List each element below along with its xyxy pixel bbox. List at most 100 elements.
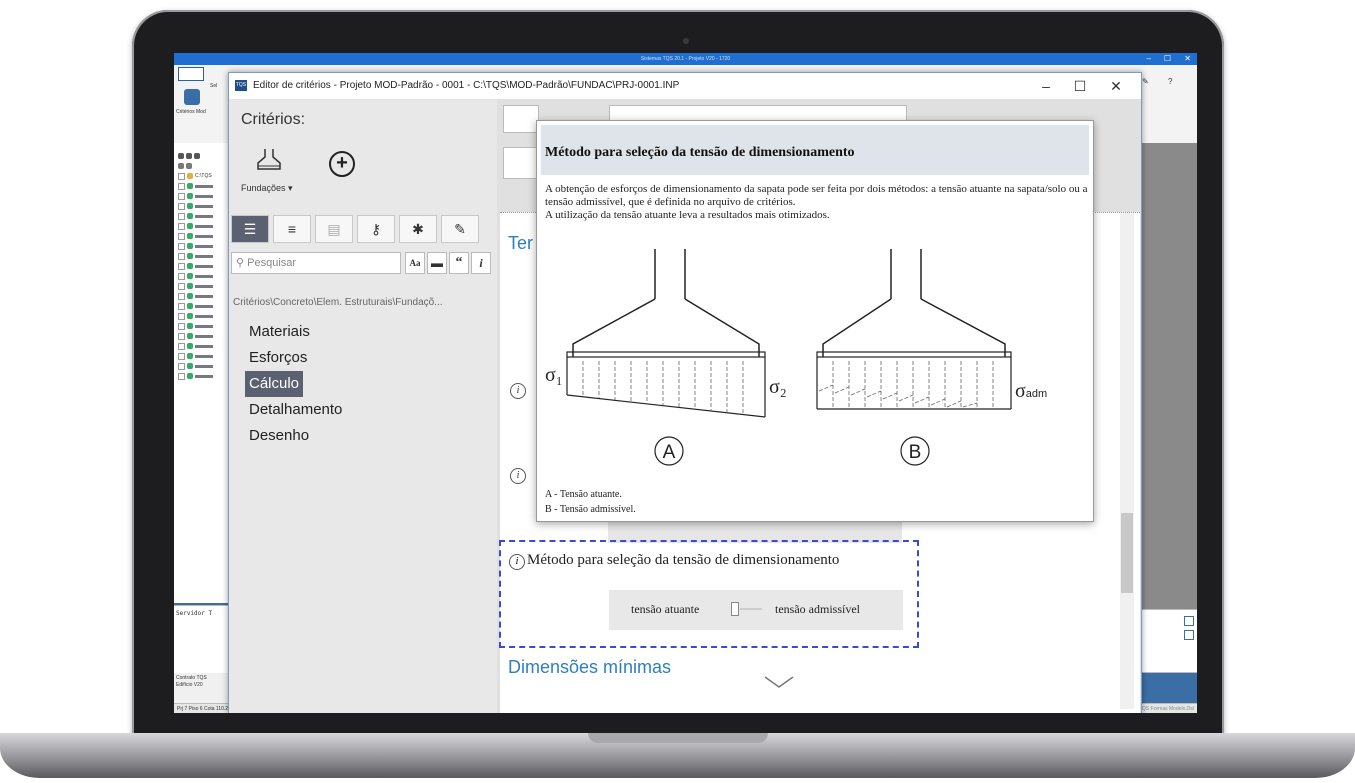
tree-item[interactable] [178,221,232,231]
tree-item[interactable] [178,321,232,331]
background-app-title: Sistemas TQS 20.1 - Projeto V20 - 1720 –… [174,53,1197,65]
tqs-logo [178,67,204,81]
minimize-button[interactable]: – [1031,73,1061,99]
nav-item-calculo[interactable]: Cálculo [245,371,304,397]
nav-item-materiais[interactable]: Materiais [245,319,346,345]
popup-legend: A - Tensão atuante. B - Tensão admissíve… [545,487,636,517]
grid-view-icon[interactable]: ▤ [315,215,353,243]
pencil-icon[interactable]: ✎ [441,215,479,243]
search-input[interactable]: ⚲ Pesquisar [231,252,401,274]
structure-icon[interactable] [503,105,539,133]
close-button[interactable]: ✕ [1101,73,1131,99]
info-icon[interactable]: i [510,468,526,484]
tree-item[interactable] [178,271,232,281]
bg-close-icon[interactable]: ✕ [1184,53,1191,65]
criteria-nav: Materiais Esforços Cálculo Detalhamento … [245,319,346,449]
maximize-button[interactable]: ☐ [1065,73,1095,99]
tree-item[interactable] [178,261,232,271]
legend-a: A - Tensão atuante. [545,489,622,500]
info-line: Edifício V20 [176,682,203,688]
info-icon[interactable]: i [510,383,526,399]
popup-description: A obtenção de esforços de dimensionament… [545,183,1090,222]
tension-switch[interactable] [731,602,763,616]
bg-minimize-icon[interactable]: – [1147,53,1151,65]
bg-maximize-icon[interactable]: ☐ [1164,53,1171,65]
tree-item[interactable] [178,191,232,201]
option-tensao-admissivel[interactable]: tensão admissível [775,602,860,617]
tqs-app-icon: TQS [235,80,247,91]
copy-icon[interactable] [1184,630,1194,640]
tree-toolbar-2 [178,161,232,171]
nav-item-detalhamento[interactable]: Detalhamento [245,397,346,423]
tree-item[interactable] [178,351,232,361]
quote-button[interactable]: “ [449,252,469,274]
criterion-tension-method: i Método para seleção da tensão de dimen… [499,540,919,648]
tree-item[interactable] [178,251,232,261]
background-ribbon-right: ✎ ? [1138,65,1197,143]
laptop-base-notch [588,733,768,743]
breadcrumb: Critérios\Concreto\Elem. Estruturais\Fun… [233,297,443,308]
tree-item[interactable] [178,231,232,241]
tree-item[interactable] [178,311,232,321]
figure-a-label: A [663,442,676,463]
criteria-title: Critérios: [241,111,306,128]
match-case-button[interactable]: Aa [405,252,425,274]
list-view-icon[interactable]: ☰ [231,215,269,243]
tree-item[interactable] [178,361,232,371]
background-output: Servidor T [174,605,232,680]
help-popup: Método para seleção da tensão de dimensi… [536,120,1094,522]
whole-word-icon[interactable]: ▬ [427,252,447,274]
pencil-icon[interactable]: ✎ [1142,77,1149,86]
info-icon[interactable]: i [509,554,525,570]
background-tree: C:\TQS [174,143,233,603]
document-icon[interactable] [503,147,539,179]
tree-item[interactable] [178,201,232,211]
search-icon: ⚲ [236,257,245,269]
background-app-title-text: Sistemas TQS 20.1 - Projeto V20 - 1720 [640,56,731,62]
option-tensao-atuante[interactable]: tensão atuante [631,602,699,617]
tree-item[interactable] [178,211,232,221]
add-button[interactable]: + [329,151,355,177]
tree-item[interactable] [178,291,232,301]
tree-item[interactable] [178,371,232,381]
tree-item[interactable] [178,341,232,351]
popup-desc-2: A utilização da tensão atuante leva a re… [545,209,830,221]
popup-desc-1: A obtenção de esforços de dimensionament… [545,183,1088,208]
sigma1-label: σ₁ [545,364,563,386]
switch-knob[interactable] [731,602,739,616]
foundation-diagram: σ₁ σ₂ A σadm B [545,249,1047,466]
tree-item[interactable] [178,281,232,291]
search-placeholder: Pesquisar [247,257,297,269]
scrollbar-thumb[interactable] [1121,513,1133,593]
foundation-icon[interactable] [255,147,283,175]
asterisk-icon[interactable]: ✱ [399,215,437,243]
tree-item[interactable] [178,181,232,191]
nav-item-esforcos[interactable]: Esforços [245,345,346,371]
tree-item[interactable] [178,331,232,341]
info-line: Contrato TQS [176,675,207,681]
left-pane: Critérios: Fundações ▾ + ☰ ≡ ▤ ⚷ ✱ ✎ ⚲ P… [229,99,497,713]
window-title: Editor de critérios - Projeto MOD-Padrão… [253,80,680,91]
tree-item[interactable] [178,301,232,311]
edit-icon[interactable] [1184,616,1194,626]
legend-b: B - Tensão admissível. [545,504,636,515]
align-view-icon[interactable]: ≡ [273,215,311,243]
help-icon[interactable]: ? [1168,77,1172,86]
chevron-down-icon[interactable] [764,675,794,689]
ribbon-label: Critérios Mod [176,109,206,115]
sigma2-label: σ₂ [769,376,787,398]
tree-root[interactable]: C:\TQS [178,171,232,181]
foundation-dropdown[interactable]: Fundações ▾ [241,183,293,194]
italic-button[interactable]: i [471,252,491,274]
scrollbar[interactable] [1120,213,1134,709]
key-icon[interactable]: ⚷ [357,215,395,243]
window-titlebar: TQS Editor de critérios - Projeto MOD-Pa… [229,73,1141,99]
nav-item-desenho[interactable]: Desenho [245,423,346,449]
criteria-ribbon-icon[interactable] [184,89,200,105]
section-title-dimensoes: Dimensões mínimas [508,657,672,677]
figure-b: σadm B [816,249,1047,466]
tree-item[interactable] [178,241,232,251]
ribbon-label-sel: Sel [210,83,218,89]
background-info: Contrato TQS Edifício V20 [174,673,232,703]
switch-track [740,608,762,610]
